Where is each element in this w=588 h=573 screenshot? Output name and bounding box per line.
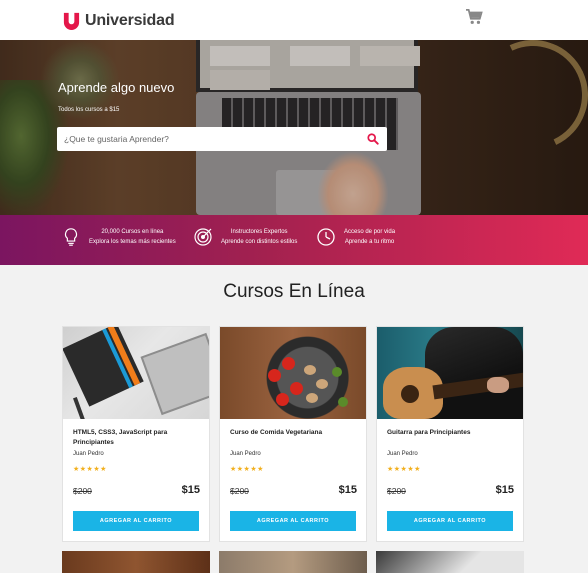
feature-instructors-title: Instructores Expertos <box>230 229 288 235</box>
add-to-cart-button[interactable]: AGREGAR AL CARRITO <box>73 511 199 531</box>
price: $15 <box>495 484 514 496</box>
course-card-partial[interactable] <box>62 551 210 573</box>
feature-access: Acceso de por vida Aprende a tu ritmo <box>316 227 395 247</box>
tomato-image <box>276 393 289 406</box>
site-header: Universidad <box>0 0 588 40</box>
feature-courses-desc: Explora los temas más recientes <box>89 239 176 245</box>
feature-instructors: Instructores Expertos Aprende con distin… <box>193 227 297 247</box>
rating-stars: ★★★★★ <box>73 466 107 473</box>
tomato-image <box>268 369 281 382</box>
target-icon <box>194 228 212 246</box>
hand-image <box>487 377 509 393</box>
course-author: Juan Pedro <box>73 451 104 457</box>
course-thumbnail[interactable] <box>63 327 209 419</box>
pepper-image <box>332 367 342 377</box>
features-ribbon: 20,000 Cursos en línea Explora los temas… <box>0 215 588 265</box>
mushroom-image <box>316 379 328 389</box>
course-title[interactable]: Guitarra para Principiantes <box>387 428 512 438</box>
search-input[interactable] <box>57 127 357 151</box>
course-title[interactable]: HTML5, CSS3, JavaScript para Principiant… <box>73 428 198 448</box>
pen-image <box>73 397 85 419</box>
old-price: $200 <box>387 486 406 496</box>
rating-stars: ★★★★★ <box>230 466 264 473</box>
lightbulb-icon <box>64 228 78 246</box>
mushroom-image <box>306 393 318 403</box>
tomato-image <box>282 357 295 370</box>
feature-access-desc: Aprende a tu ritmo <box>344 239 395 245</box>
course-thumbnail[interactable] <box>377 327 523 419</box>
add-to-cart-button[interactable]: AGREGAR AL CARRITO <box>387 511 513 531</box>
search-icon[interactable] <box>367 133 379 145</box>
rating-stars: ★★★★★ <box>387 466 421 473</box>
course-author: Juan Pedro <box>230 451 261 457</box>
course-card-partial[interactable] <box>376 551 524 573</box>
tomato-image <box>290 382 303 395</box>
book-image <box>63 327 144 407</box>
section-title: Cursos En Línea <box>223 281 365 302</box>
guitar-hole-image <box>401 385 419 403</box>
course-card-partial[interactable] <box>219 551 367 573</box>
mushroom-image <box>304 365 316 375</box>
price: $15 <box>338 484 357 496</box>
feature-courses: 20,000 Cursos en línea Explora los temas… <box>61 227 176 247</box>
course-card: Curso de Comida Vegetariana Juan Pedro ★… <box>219 326 367 542</box>
search-bar <box>57 127 387 151</box>
feature-courses-title: 20,000 Cursos en línea <box>101 229 164 235</box>
feature-access-title: Acceso de por vida <box>344 229 396 235</box>
old-price: $200 <box>73 486 92 496</box>
logo[interactable]: Universidad <box>62 11 175 30</box>
course-card: Guitarra para Principiantes Juan Pedro ★… <box>376 326 524 542</box>
logo-text: Universidad <box>85 11 175 29</box>
cart-icon[interactable] <box>465 9 483 25</box>
hero-title: Aprende algo nuevo <box>58 80 175 95</box>
laptop-image <box>140 332 209 416</box>
course-card: HTML5, CSS3, JavaScript para Principiant… <box>62 326 210 542</box>
hero-subtitle: Todos los cursos a $15 <box>58 107 120 113</box>
price: $15 <box>181 484 200 496</box>
course-author: Juan Pedro <box>387 451 418 457</box>
old-price: $200 <box>230 486 249 496</box>
course-thumbnail[interactable] <box>220 327 366 419</box>
course-title[interactable]: Curso de Comida Vegetariana <box>230 428 355 438</box>
feature-instructors-desc: Aprende con distintos estilos <box>221 239 298 245</box>
pepper-image <box>338 397 348 407</box>
logo-mark-icon <box>63 12 80 30</box>
clock-icon <box>317 228 335 246</box>
add-to-cart-button[interactable]: AGREGAR AL CARRITO <box>230 511 356 531</box>
